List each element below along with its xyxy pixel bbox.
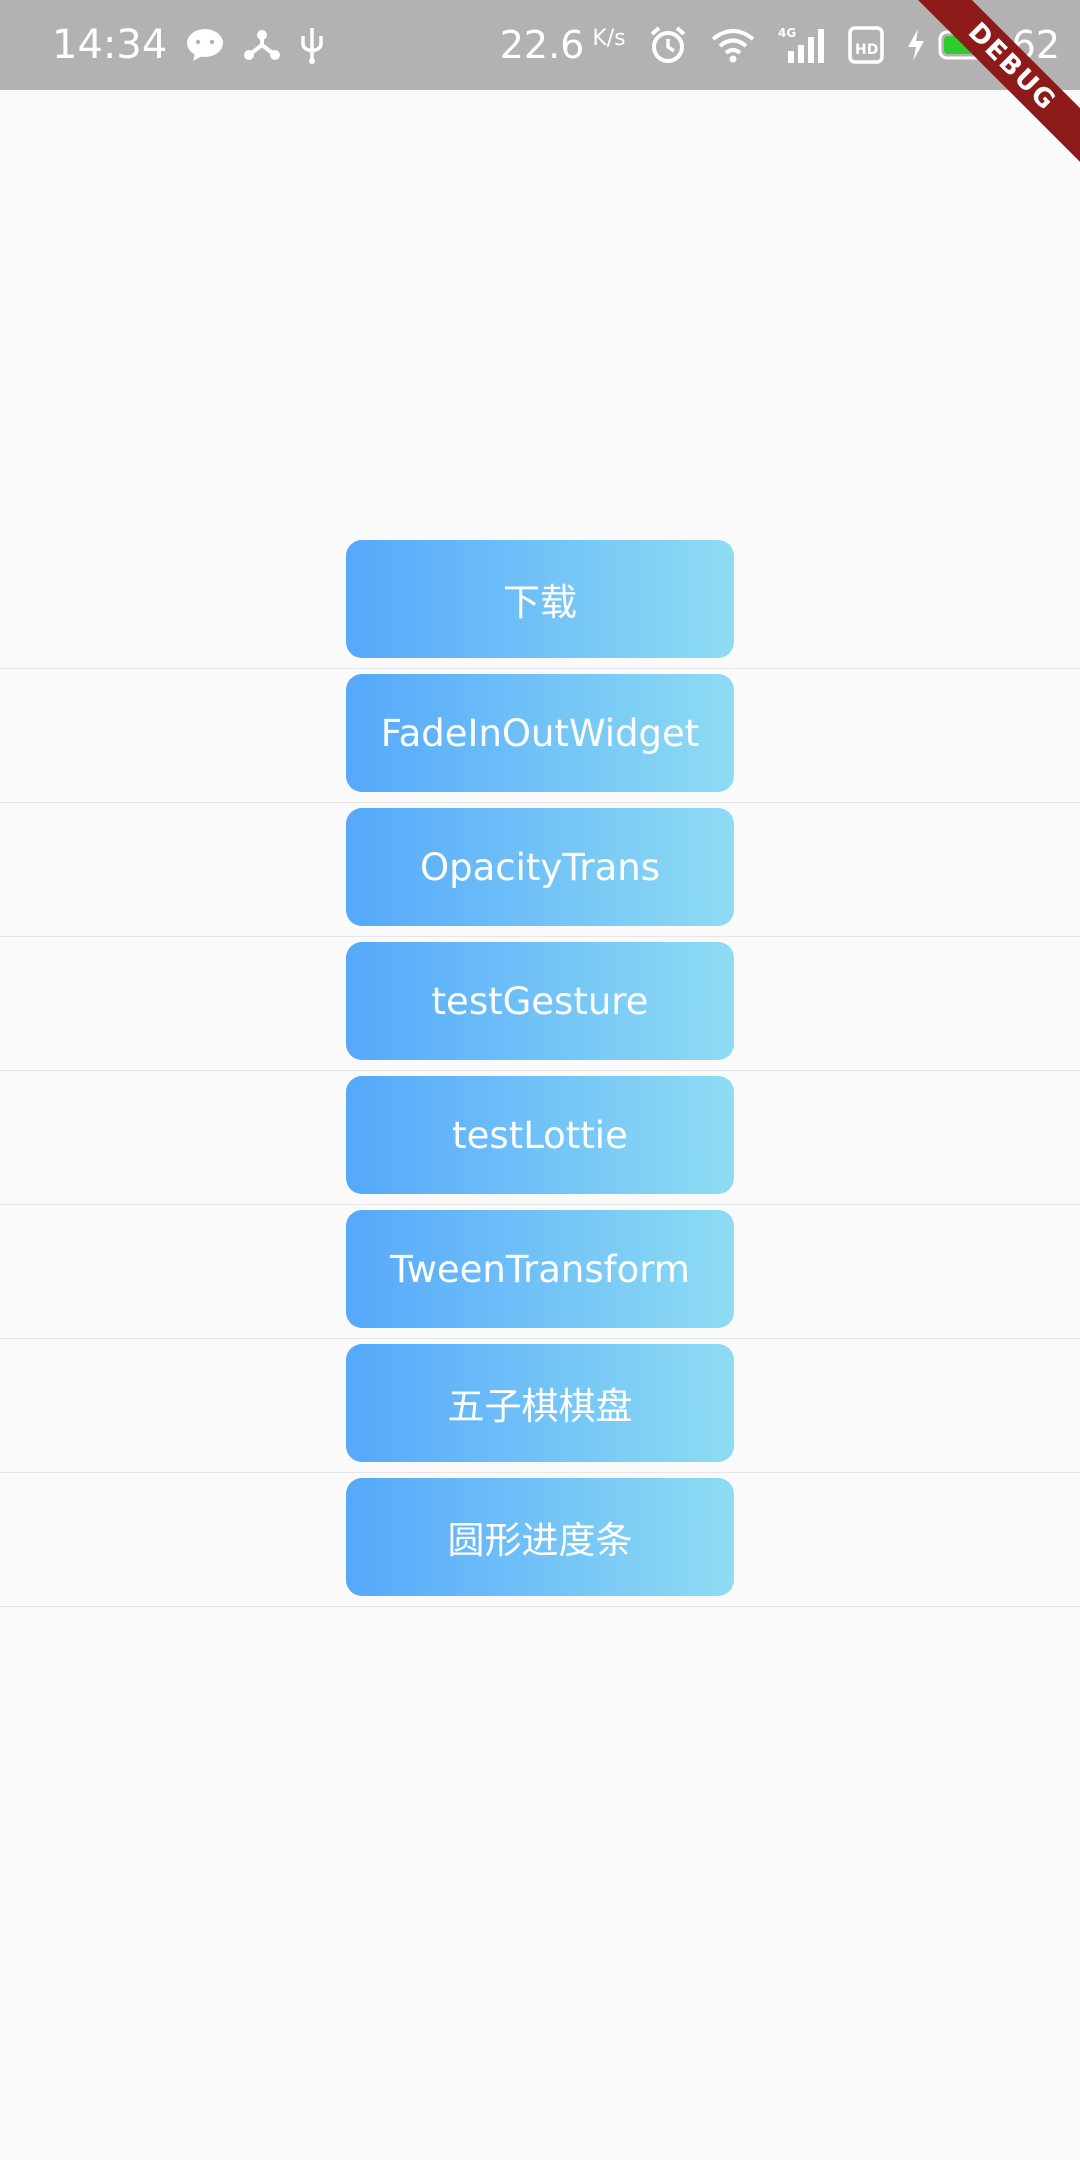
list-item: 五子棋棋盘 xyxy=(0,1339,1080,1473)
usb-icon xyxy=(299,26,325,64)
svg-text:4G: 4G xyxy=(778,26,796,40)
list-item: 下载 xyxy=(0,535,1080,669)
status-bar-left: 14:34 xyxy=(52,0,325,90)
status-bar: 14:34 22.6 K/s 4G HD 62 xyxy=(0,0,1080,90)
fade-in-out-widget-button[interactable]: FadeInOutWidget xyxy=(346,674,734,792)
list-item: testGesture xyxy=(0,937,1080,1071)
signal-4g-icon: 4G xyxy=(778,25,826,65)
network-speed-unit: K/s xyxy=(592,26,626,51)
svg-text:HD: HD xyxy=(855,42,878,58)
test-gesture-button[interactable]: testGesture xyxy=(346,942,734,1060)
alarm-icon xyxy=(648,25,688,65)
wechat-icon xyxy=(185,28,225,62)
gomoku-board-button[interactable]: 五子棋棋盘 xyxy=(346,1344,734,1462)
network-speed-value: 22.6 xyxy=(499,23,585,67)
hd-icon: HD xyxy=(847,26,884,64)
status-time: 14:34 xyxy=(52,22,168,68)
opacity-trans-button[interactable]: OpacityTrans xyxy=(346,808,734,926)
list-item: OpacityTrans xyxy=(0,803,1080,937)
tween-transform-button[interactable]: TweenTransform xyxy=(346,1210,734,1328)
test-lottie-button[interactable]: testLottie xyxy=(346,1076,734,1194)
network-speed: 22.6 K/s xyxy=(500,26,626,64)
download-button[interactable]: 下载 xyxy=(346,540,734,658)
list-item: 圆形进度条 xyxy=(0,1473,1080,1607)
list-item: testLottie xyxy=(0,1071,1080,1205)
list-item: FadeInOutWidget xyxy=(0,669,1080,803)
circular-progress-button[interactable]: 圆形进度条 xyxy=(346,1478,734,1596)
list-item: TweenTransform xyxy=(0,1205,1080,1339)
button-list: 下载 FadeInOutWidget OpacityTrans testGest… xyxy=(0,535,1080,1607)
share-icon xyxy=(243,28,281,62)
charging-icon xyxy=(906,28,926,62)
wifi-icon xyxy=(710,27,756,63)
